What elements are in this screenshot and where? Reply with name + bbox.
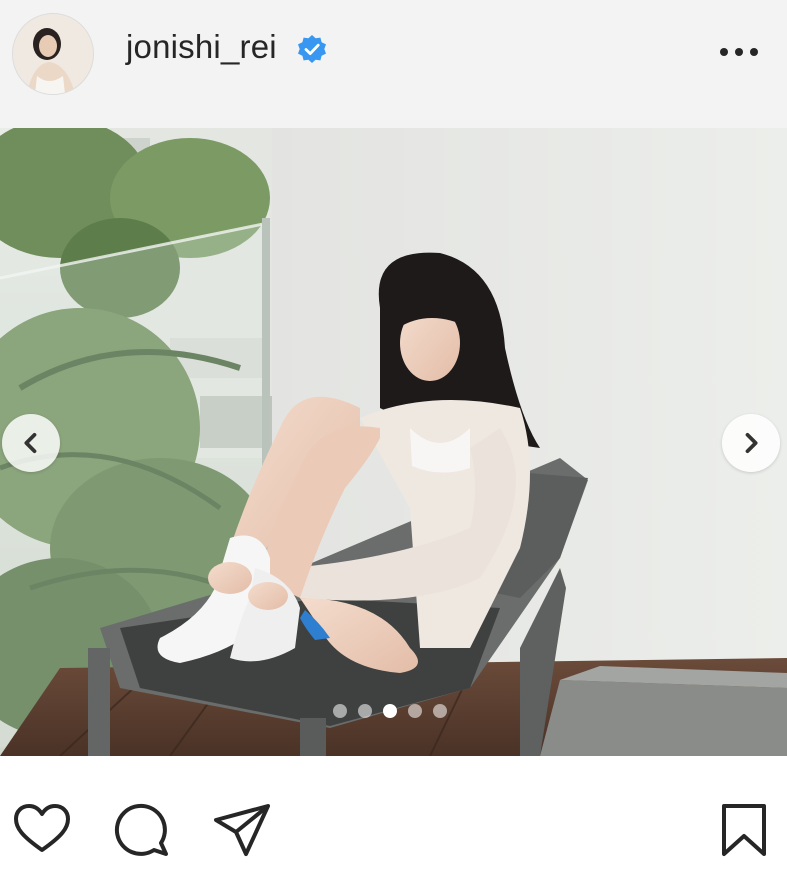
- previous-slide-button[interactable]: [2, 414, 60, 472]
- post-photo: [0, 128, 787, 756]
- carousel-dot-active: [383, 704, 397, 718]
- chevron-right-icon: [745, 432, 758, 454]
- comment-icon: [114, 803, 168, 856]
- avatar-image: [13, 14, 93, 94]
- post-image[interactable]: [0, 128, 787, 756]
- comment-button[interactable]: [112, 800, 172, 860]
- next-slide-button[interactable]: [722, 414, 780, 472]
- carousel-dot: [433, 704, 447, 718]
- carousel-indicator: [333, 704, 447, 718]
- action-bar: [0, 756, 787, 878]
- bookmark-icon: [722, 804, 766, 856]
- more-options-button[interactable]: [716, 32, 762, 72]
- heart-icon: [14, 804, 70, 852]
- save-button[interactable]: [714, 800, 774, 860]
- post-header: jonishi_rei: [0, 0, 787, 128]
- username[interactable]: jonishi_rei: [126, 28, 277, 66]
- carousel-dot: [358, 704, 372, 718]
- chevron-left-icon: [24, 432, 37, 454]
- send-icon: [214, 804, 270, 856]
- like-button[interactable]: [12, 800, 72, 860]
- carousel-dot: [408, 704, 422, 718]
- avatar[interactable]: [12, 13, 94, 95]
- more-options-icon: [720, 48, 758, 56]
- verified-badge-icon: [296, 34, 328, 66]
- carousel-dot: [333, 704, 347, 718]
- share-button[interactable]: [212, 800, 272, 860]
